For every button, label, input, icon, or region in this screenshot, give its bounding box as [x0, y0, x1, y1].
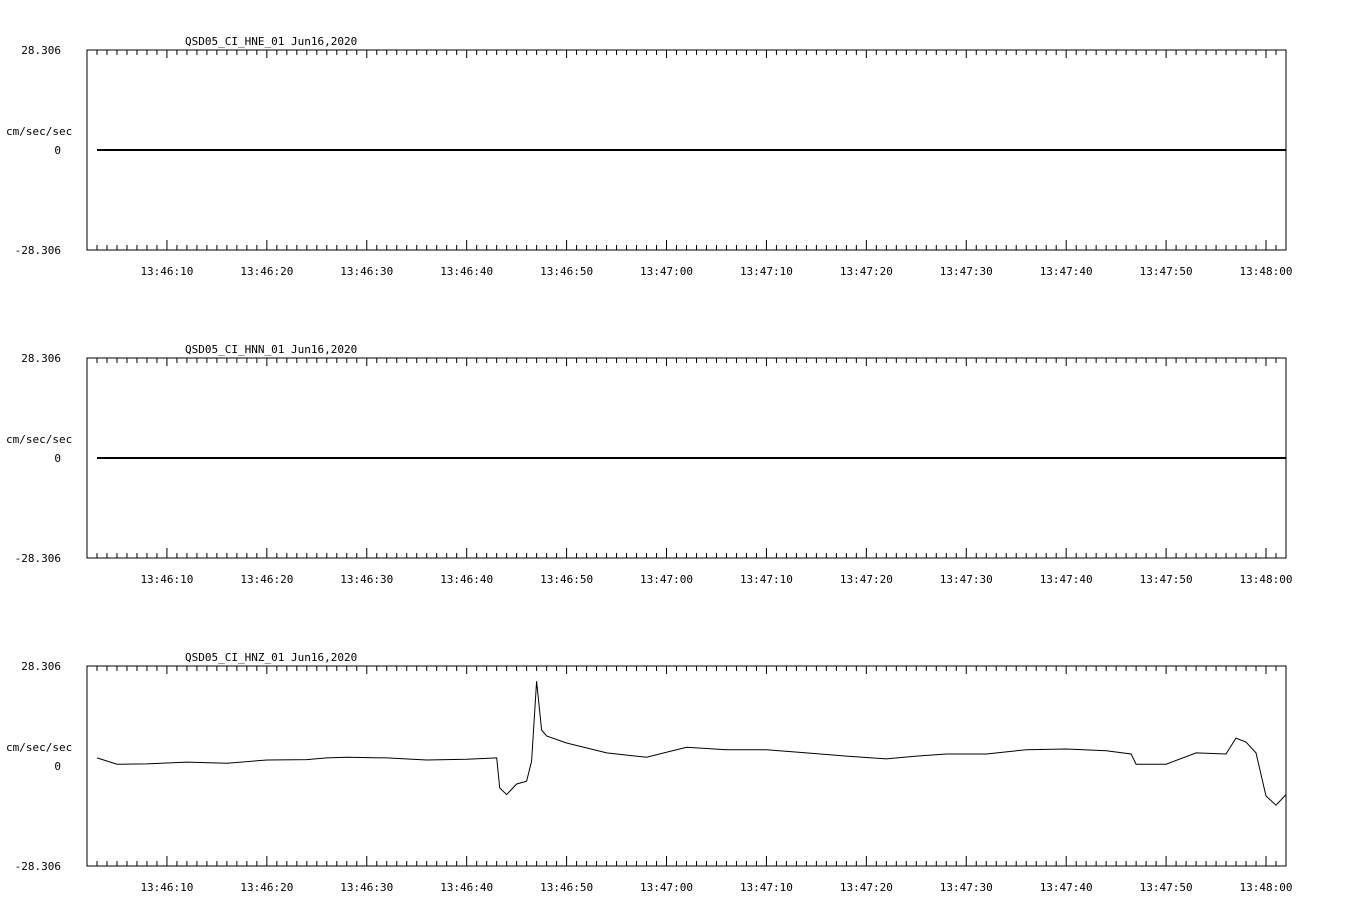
- plot-frame: [86, 665, 1287, 867]
- x-tick-label: 13:47:30: [940, 881, 993, 894]
- x-tick-label: 13:46:10: [140, 573, 193, 586]
- x-tick-label: 13:46:50: [540, 881, 593, 894]
- x-tick-label: 13:48:00: [1240, 265, 1293, 278]
- y-tick-label: 28.306: [21, 660, 61, 673]
- x-tick-label: 13:47:00: [640, 265, 693, 278]
- y-tick-label: 28.306: [21, 44, 61, 57]
- top-minor-ticks: [86, 666, 1287, 674]
- waveform-trace: [96, 681, 1287, 806]
- x-tick-label: 13:46:10: [140, 881, 193, 894]
- bottom-ticks: [86, 240, 1287, 250]
- y-tick-label: 0: [54, 144, 61, 157]
- x-tick-label: 13:46:10: [140, 265, 193, 278]
- y-tick-label: 28.306: [21, 352, 61, 365]
- bottom-ticks: [86, 856, 1287, 866]
- x-tick-label: 13:46:30: [340, 881, 393, 894]
- panel-1: QSD05_CI_HNE_01 Jun16,2020 28.306 0 -28.306…: [6, 35, 1293, 278]
- x-tick-label: 13:47:00: [640, 881, 693, 894]
- x-tick-label: 13:46:40: [440, 573, 493, 586]
- seismogram-figure: QSD05_CI_HNE_01 Jun16,2020 28.306 0 -28.306…: [6, 35, 1293, 894]
- x-tick-label: 13:47:50: [1140, 881, 1193, 894]
- x-tick-label: 13:47:30: [940, 265, 993, 278]
- x-tick-label: 13:47:40: [1040, 881, 1093, 894]
- x-tick-label: 13:47:50: [1140, 265, 1193, 278]
- x-tick-label: 13:46:20: [240, 265, 293, 278]
- x-tick-label: 13:47:20: [840, 573, 893, 586]
- x-tick-label: 13:47:10: [740, 573, 793, 586]
- x-tick-label: 13:47:50: [1140, 573, 1193, 586]
- panel-title: QSD05_CI_HNZ_01 Jun16,2020: [185, 651, 357, 664]
- y-axis-label: cm/sec/sec: [6, 433, 72, 446]
- x-tick-label: 13:46:20: [240, 573, 293, 586]
- x-tick-label: 13:48:00: [1240, 881, 1293, 894]
- x-tick-label: 13:48:00: [1240, 573, 1293, 586]
- y-tick-label: -28.306: [15, 244, 61, 257]
- top-minor-ticks: [86, 50, 1287, 58]
- x-tick-label: 13:46:30: [340, 265, 393, 278]
- panel-title: QSD05_CI_HNE_01 Jun16,2020: [185, 35, 357, 48]
- y-axis-label: cm/sec/sec: [6, 125, 72, 138]
- panel-title: QSD05_CI_HNN_01 Jun16,2020: [185, 343, 357, 356]
- x-tick-label: 13:46:20: [240, 881, 293, 894]
- y-tick-label: 0: [54, 760, 61, 773]
- y-tick-label: -28.306: [15, 860, 61, 873]
- y-tick-label: 0: [54, 452, 61, 465]
- x-tick-label: 13:47:40: [1040, 265, 1093, 278]
- x-tick-label: 13:47:00: [640, 573, 693, 586]
- top-minor-ticks: [86, 358, 1287, 366]
- x-tick-label: 13:47:10: [740, 265, 793, 278]
- x-tick-label: 13:47:20: [840, 265, 893, 278]
- x-tick-label: 13:46:50: [540, 265, 593, 278]
- x-tick-label: 13:46:30: [340, 573, 393, 586]
- x-tick-label: 13:47:20: [840, 881, 893, 894]
- x-tick-label: 13:46:40: [440, 265, 493, 278]
- bottom-ticks: [86, 548, 1287, 558]
- panel-2: QSD05_CI_HNN_01 Jun16,2020 28.306 0 -28.306…: [6, 343, 1293, 586]
- x-tick-label: 13:46:40: [440, 881, 493, 894]
- panel-3: QSD05_CI_HNZ_01 Jun16,2020 28.306 0 -28.306…: [6, 651, 1293, 894]
- x-tick-label: 13:46:50: [540, 573, 593, 586]
- y-tick-label: -28.306: [15, 552, 61, 565]
- y-axis-label: cm/sec/sec: [6, 741, 72, 754]
- x-tick-label: 13:47:40: [1040, 573, 1093, 586]
- x-tick-label: 13:47:10: [740, 881, 793, 894]
- x-tick-label: 13:47:30: [940, 573, 993, 586]
